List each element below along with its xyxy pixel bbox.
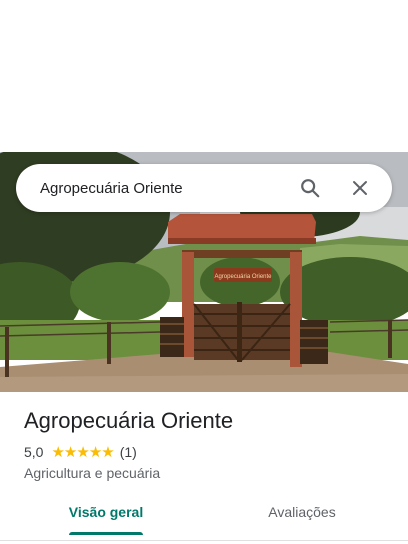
search-icon[interactable] <box>292 170 328 206</box>
star-icon: ★ <box>88 443 102 461</box>
active-tab-indicator <box>69 532 143 535</box>
star-icon: ★ <box>51 443 64 461</box>
tab-reviews[interactable]: Avaliações <box>234 494 370 538</box>
search-bar[interactable]: Agropecuária Oriente <box>16 164 392 212</box>
star-icon: ★ <box>63 443 77 461</box>
map-blank-area <box>0 0 408 152</box>
review-count[interactable]: (1) <box>120 444 137 460</box>
place-category[interactable]: Agricultura e pecuária <box>24 465 160 481</box>
rating-row[interactable]: 5,0 ★ ★ ★ ★ ★ (1) <box>24 444 137 460</box>
star-icon: ★ <box>101 443 114 461</box>
close-icon[interactable] <box>342 170 378 206</box>
star-icon: ★ <box>76 443 89 461</box>
tabs-divider <box>0 540 408 541</box>
search-input[interactable]: Agropecuária Oriente <box>40 180 292 197</box>
place-tabs: Visão geral Avaliações <box>0 494 408 538</box>
rating-stars: ★ ★ ★ ★ ★ <box>51 443 114 461</box>
place-title: Agropecuária Oriente <box>24 408 234 433</box>
rating-value: 5,0 <box>24 444 44 460</box>
gate-sign: Agropecuária Oriente <box>214 274 272 280</box>
